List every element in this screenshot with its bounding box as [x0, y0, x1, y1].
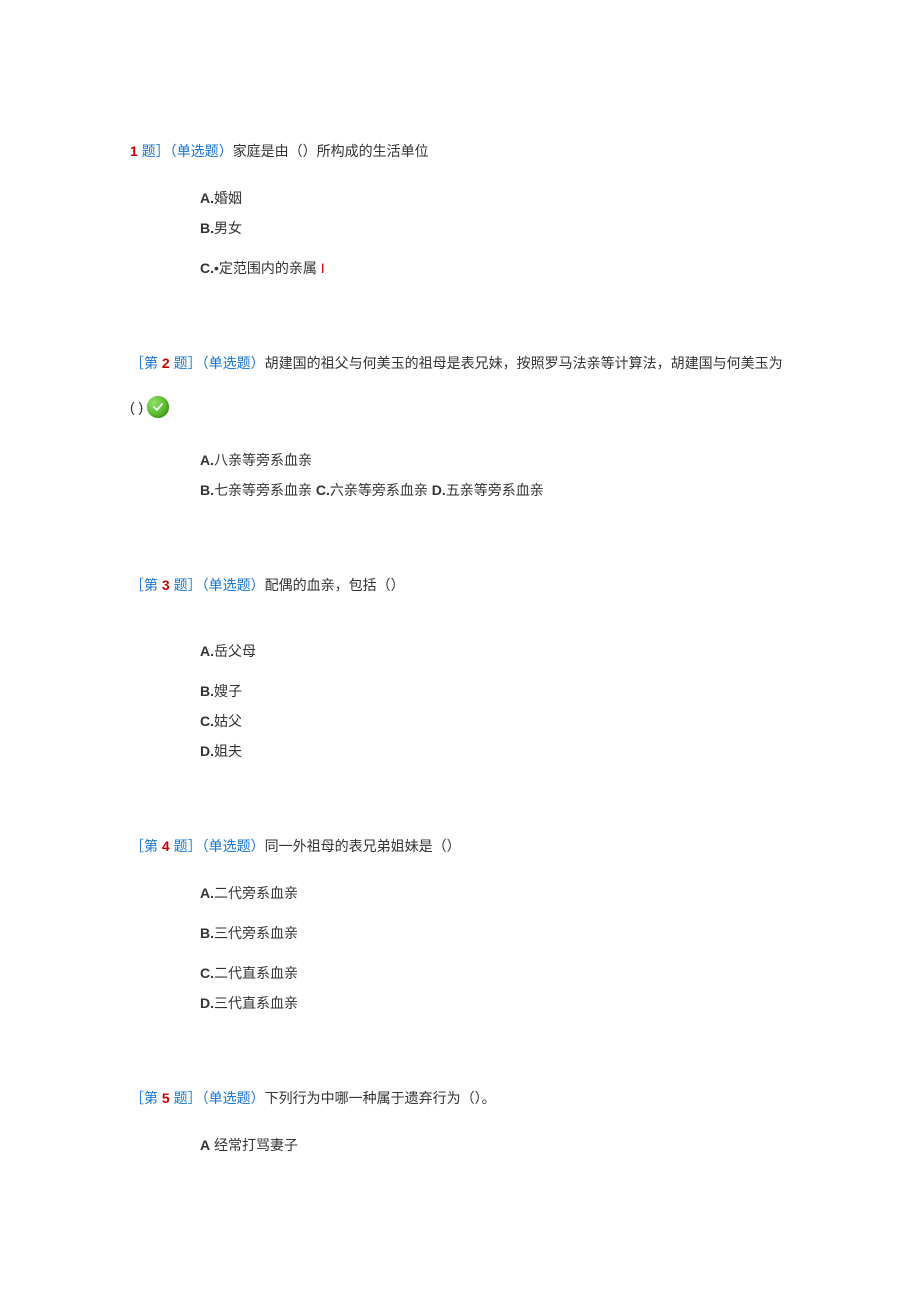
question-number: 3 — [162, 577, 170, 593]
question-4: ［第 4 题］（单选题）同一外祖母的表兄弟姐妹是（） A.二代旁系血亲 B.三代… — [130, 835, 790, 1017]
question-type-close: ） — [251, 577, 265, 593]
option-b[interactable]: B.嫂子 — [200, 677, 790, 705]
question-type-close: ） — [251, 355, 265, 371]
question-text: 胡建国的祖父与何美玉的祖母是表兄妹，按照罗马法亲等计算法，胡建国与何美玉为 — [265, 355, 783, 371]
option-d[interactable]: D.五亲等旁系血亲 — [432, 482, 544, 498]
option-d[interactable]: D.三代直系血亲 — [200, 989, 790, 1017]
question-number: 1 — [130, 143, 138, 159]
correct-check-icon — [147, 396, 169, 418]
question-text: 配偶的血亲，包括（） — [265, 577, 405, 593]
question-header: ［第 4 题］（单选题）同一外祖母的表兄弟姐妹是（） — [130, 835, 790, 859]
question-type: 单选题 — [209, 577, 251, 593]
option-a[interactable]: A.岳父母 — [200, 637, 790, 665]
option-a[interactable]: A 经常打骂妻子 — [200, 1131, 790, 1159]
page-container: 1 题］（单选题）家庭是由（）所构成的生活单位 A.婚姻 B.男女 C.•定范围… — [0, 0, 920, 1221]
option-list: A.岳父母 B.嫂子 C.姑父 D.姐夫 — [130, 637, 790, 765]
question-header: ［第 5 题］（单选题）下列行为中哪一种属于遗弃行为（）。 — [130, 1087, 790, 1111]
question-5: ［第 5 题］（单选题）下列行为中哪一种属于遗弃行为（）。 A 经常打骂妻子 — [130, 1087, 790, 1159]
question-2: ［第 2 题］（单选题）胡建国的祖父与何美玉的祖母是表兄妹，按照罗马法亲等计算法… — [130, 352, 790, 504]
option-b[interactable]: B.七亲等旁系血亲 — [200, 482, 312, 498]
question-number: 5 — [162, 1090, 170, 1106]
option-c[interactable]: C.二代直系血亲 — [200, 959, 790, 987]
question-type: 单选题 — [209, 838, 251, 854]
question-type: 单选题 — [209, 1090, 251, 1106]
option-list: A 经常打骂妻子 — [130, 1131, 790, 1159]
question-text: 下列行为中哪一种属于遗弃行为（）。 — [265, 1090, 496, 1106]
blank-parens: ( ) — [130, 399, 143, 415]
question-number-prefix: ［第 — [130, 1090, 162, 1106]
question-number-suffix: 题］（ — [170, 1090, 209, 1106]
question-number: 2 — [162, 355, 170, 371]
option-b[interactable]: B.三代旁系血亲 — [200, 919, 790, 947]
option-c[interactable]: C.•定范围内的亲属 I — [200, 254, 790, 282]
question-number-suffix: 题］（ — [170, 355, 209, 371]
question-type: 单选题 — [177, 143, 219, 159]
question-number-suffix: 题］（ — [170, 577, 209, 593]
option-list: A.二代旁系血亲 B.三代旁系血亲 C.二代直系血亲 D.三代直系血亲 — [130, 879, 790, 1017]
option-a[interactable]: A.八亲等旁系血亲 — [200, 446, 790, 474]
option-d[interactable]: D.姐夫 — [200, 737, 790, 765]
question-number-prefix: ［第 — [130, 355, 162, 371]
option-row-bcd: B.七亲等旁系血亲 C.六亲等旁系血亲 D.五亲等旁系血亲 — [200, 476, 790, 504]
question-header: 1 题］（单选题）家庭是由（）所构成的生活单位 — [130, 140, 790, 164]
question-type-close: ） — [219, 143, 233, 159]
option-a[interactable]: A.二代旁系血亲 — [200, 879, 790, 907]
question-text: 家庭是由（）所构成的生活单位 — [233, 143, 429, 159]
option-c[interactable]: C.姑父 — [200, 707, 790, 735]
option-c[interactable]: C.六亲等旁系血亲 — [316, 482, 428, 498]
question-text: 同一外祖母的表兄弟姐妹是（） — [265, 838, 461, 854]
question-header: ［第 2 题］（单选题）胡建国的祖父与何美玉的祖母是表兄妹，按照罗马法亲等计算法… — [130, 352, 790, 376]
question-type-close: ） — [251, 838, 265, 854]
question-number-prefix: ［第 — [130, 577, 162, 593]
check-row: ( ) — [130, 396, 790, 418]
question-1: 1 题］（单选题）家庭是由（）所构成的生活单位 A.婚姻 B.男女 C.•定范围… — [130, 140, 790, 282]
question-number: 4 — [162, 838, 170, 854]
question-number-prefix: ［第 — [130, 838, 162, 854]
question-number-suffix: 题］（ — [138, 143, 177, 159]
question-type-close: ） — [251, 1090, 265, 1106]
option-list: A.婚姻 B.男女 C.•定范围内的亲属 I — [130, 184, 790, 282]
question-3: ［第 3 题］（单选题）配偶的血亲，包括（） A.岳父母 B.嫂子 C.姑父 D… — [130, 574, 790, 766]
option-b[interactable]: B.男女 — [200, 214, 790, 242]
question-number-suffix: 题］（ — [170, 838, 209, 854]
question-header: ［第 3 题］（单选题）配偶的血亲，包括（） — [130, 574, 790, 598]
option-a[interactable]: A.婚姻 — [200, 184, 790, 212]
cursor-icon: I — [317, 260, 325, 276]
question-type: 单选题 — [209, 355, 251, 371]
option-list: A.八亲等旁系血亲 B.七亲等旁系血亲 C.六亲等旁系血亲 D.五亲等旁系血亲 — [130, 446, 790, 504]
